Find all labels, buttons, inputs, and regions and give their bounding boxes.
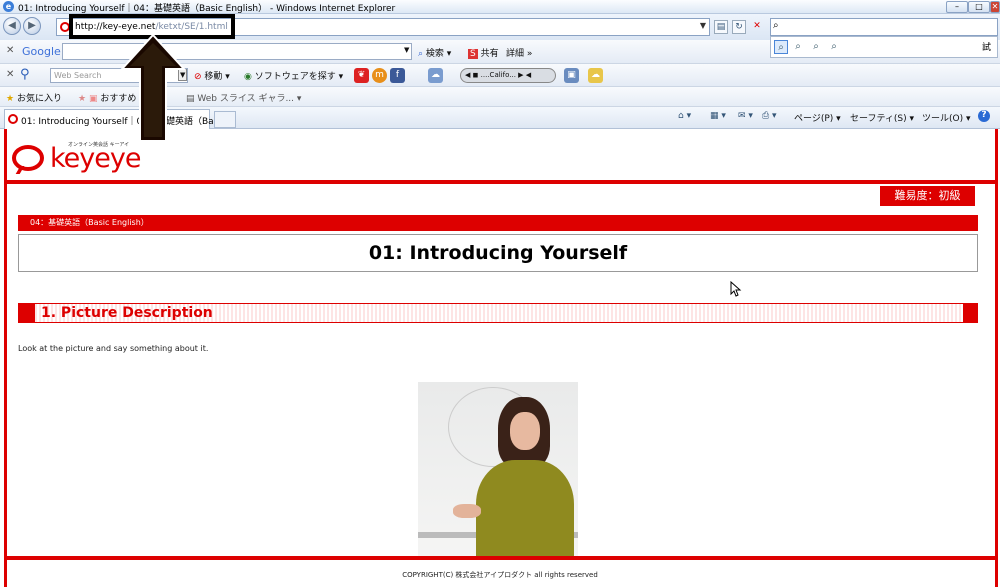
- media-player-control[interactable]: ◀ ◼ ....Califo... ▶ ◀: [460, 68, 556, 83]
- game-icon[interactable]: ❦: [354, 68, 369, 83]
- woman-hand: [453, 504, 481, 518]
- search-provider-popup: ⌕ ⌕ ⌕ ⌕ 試: [770, 36, 998, 58]
- google-search-input[interactable]: [62, 43, 412, 60]
- close-toolbar-icon[interactable]: ✕: [6, 69, 14, 80]
- up-arrow-annotation-icon: [120, 33, 186, 142]
- footer-divider: [4, 556, 996, 560]
- section-heading: 1. Picture Description: [18, 303, 978, 323]
- address-dropdown-icon[interactable]: ▼: [700, 21, 706, 30]
- google-more-button[interactable]: 詳細 »: [506, 46, 532, 59]
- google-logo: Google: [22, 45, 61, 58]
- favorites-button[interactable]: ★ お気に入り: [6, 91, 62, 104]
- search-input[interactable]: ⌕: [770, 18, 998, 36]
- print-icon[interactable]: ⎙ ▾: [762, 111, 777, 121]
- copyright-text: COPYRIGHT(C) 株式会社アイプロダクト all rights rese…: [402, 571, 598, 579]
- tools-menu[interactable]: ツール(O) ▾: [922, 111, 971, 124]
- search-provider-icon[interactable]: ⌕: [827, 40, 841, 54]
- lesson-picture: [418, 382, 578, 560]
- m-icon[interactable]: m: [372, 68, 387, 83]
- logo-word: keyeye: [50, 143, 141, 174]
- search-icon[interactable]: ⚲: [20, 67, 30, 82]
- search-provider-icon[interactable]: ⌕: [774, 40, 788, 54]
- close-button[interactable]: ✕: [990, 1, 1000, 13]
- search-provider-icon[interactable]: ⌕: [791, 40, 805, 54]
- home-icon[interactable]: ⌂ ▾: [678, 111, 691, 121]
- search-icon: ⌕: [773, 20, 779, 31]
- page-menu[interactable]: ページ(P) ▾: [794, 111, 841, 124]
- help-icon[interactable]: ?: [978, 110, 990, 122]
- search-provider-extra[interactable]: 試: [982, 40, 991, 53]
- breadcrumb: 04：基礎英語（Basic English）: [18, 215, 978, 231]
- web-slice-gallery-button[interactable]: ▤ Web スライス ギャラ... ▾: [186, 91, 301, 104]
- weather-icon[interactable]: ☁: [428, 68, 443, 83]
- search-provider-icon[interactable]: ⌕: [809, 40, 823, 54]
- forward-button[interactable]: ▶: [23, 17, 41, 35]
- window-titlebar: e 01: Introducing Yourself｜04：基礎英語（Basic…: [0, 0, 1000, 14]
- section-left-block: [19, 304, 35, 322]
- google-share-button[interactable]: S 共有: [468, 46, 499, 59]
- refresh-button[interactable]: ↻: [732, 20, 746, 34]
- close-toolbar-icon[interactable]: ✕: [6, 45, 14, 56]
- facebook-icon[interactable]: f: [390, 68, 405, 83]
- mouse-cursor-icon: [730, 281, 742, 297]
- back-button[interactable]: ◀: [3, 17, 21, 35]
- cloud-icon[interactable]: ☁: [588, 68, 603, 83]
- google-dropdown-icon[interactable]: ▼: [404, 46, 409, 54]
- woman-shirt: [476, 460, 574, 560]
- page-content: オンライン英会話 キーアイ keyeye 難易度：初級 04：基礎英語（Basi…: [0, 129, 1000, 587]
- mail-icon[interactable]: ✉ ▾: [738, 111, 753, 121]
- window-title: 01: Introducing Yourself｜04：基礎英語（Basic E…: [18, 4, 396, 14]
- google-search-button[interactable]: ⌕ 検索 ▾: [418, 46, 451, 59]
- ie-logo-icon: e: [3, 1, 14, 12]
- compatibility-view-icon[interactable]: ▤: [714, 20, 728, 34]
- feeds-icon[interactable]: ▦ ▾: [710, 111, 726, 121]
- minimize-button[interactable]: –: [946, 1, 968, 13]
- move-button[interactable]: ⊘ 移動 ▾: [194, 69, 230, 82]
- new-tab-button[interactable]: [214, 111, 236, 128]
- stop-button[interactable]: ✕: [750, 20, 764, 34]
- header-divider: [4, 180, 996, 184]
- difficulty-badge: 難易度：初級: [880, 186, 975, 206]
- instruction-text: Look at the picture and say something ab…: [18, 344, 209, 353]
- maximize-button[interactable]: □: [968, 1, 990, 13]
- speech-bubble-icon: [12, 145, 44, 171]
- tab-favicon-icon: [8, 114, 18, 124]
- section-title: 1. Picture Description: [41, 305, 213, 321]
- section-right-block: [963, 304, 977, 322]
- woman-face: [510, 412, 540, 450]
- safety-menu[interactable]: セーフティ(S) ▾: [850, 111, 914, 124]
- page-title: 01: Introducing Yourself: [18, 234, 978, 272]
- software-search-button[interactable]: ◉ ソフトウェアを探す ▾: [244, 69, 343, 82]
- window-icon[interactable]: ▣: [564, 68, 579, 83]
